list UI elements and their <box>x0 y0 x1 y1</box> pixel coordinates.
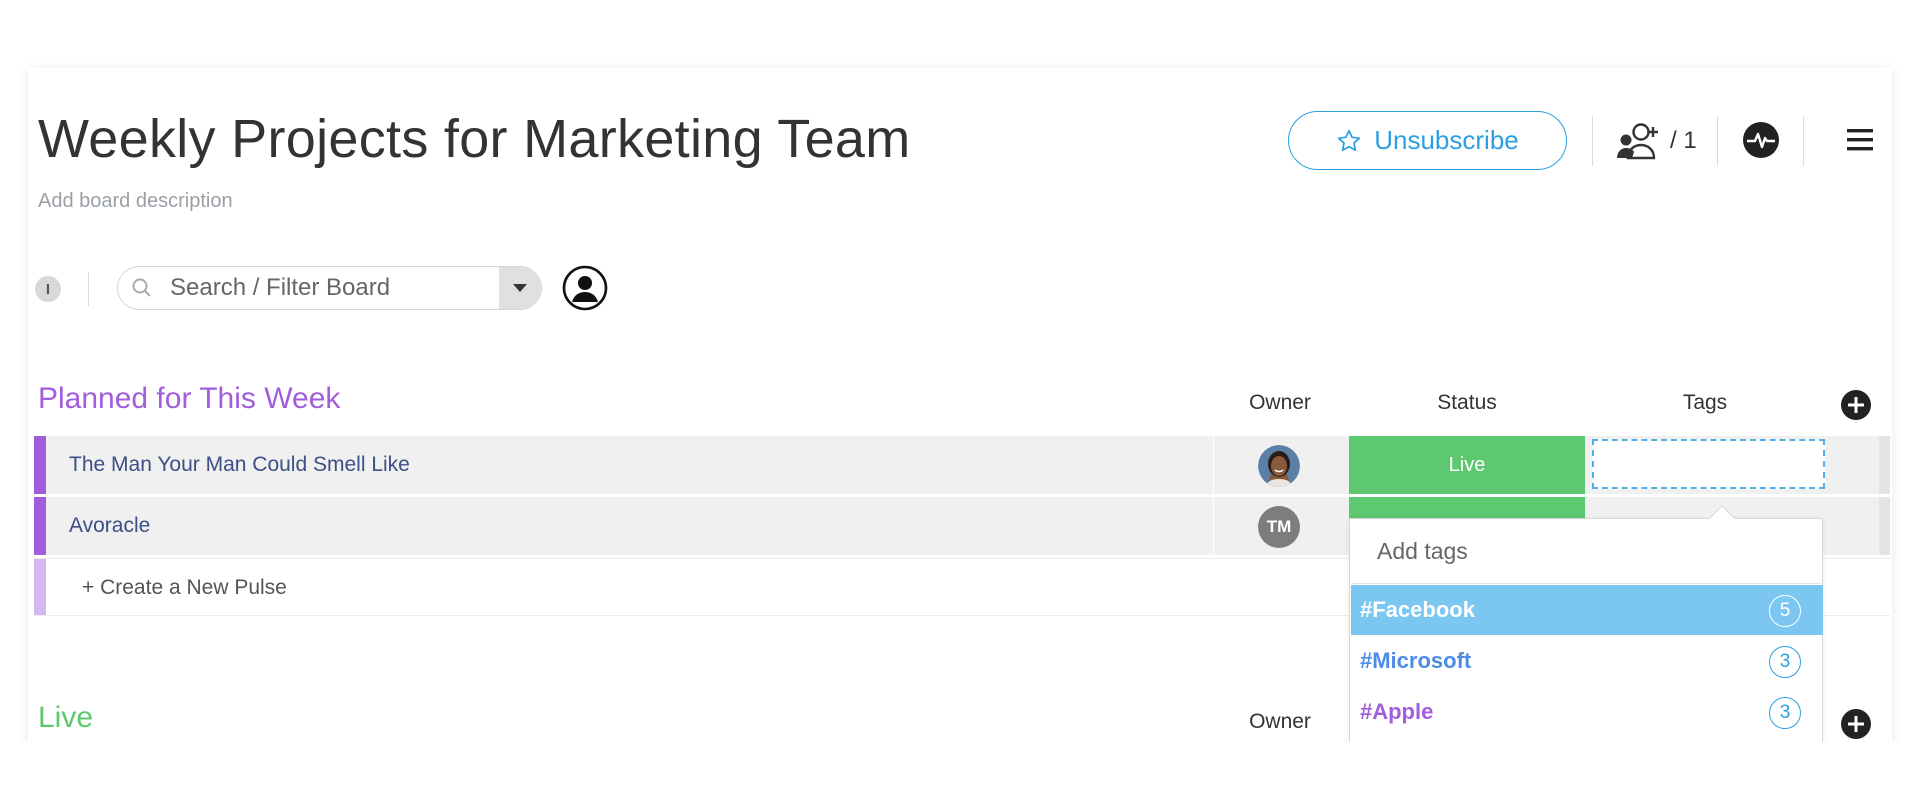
add-column-icon[interactable] <box>1840 708 1872 740</box>
members-count: / 1 <box>1670 127 1697 154</box>
search-icon <box>132 278 151 297</box>
tag-option[interactable]: #Microsoft 3 <box>1351 636 1823 686</box>
group-title-planned[interactable]: Planned for This Week <box>38 382 340 416</box>
person-filter-icon[interactable] <box>562 265 608 311</box>
activity-icon[interactable] <box>1742 121 1780 159</box>
tag-label: #Microsoft <box>1360 648 1472 673</box>
chevron-down-icon <box>513 284 527 292</box>
tag-option[interactable]: #Apple 3 <box>1351 687 1823 737</box>
tag-count: 5 <box>1769 595 1801 627</box>
owner-avatar-initials[interactable]: TM <box>1258 506 1300 548</box>
group-color-stripe <box>34 436 46 494</box>
add-member-icon <box>1617 123 1658 160</box>
tag-option[interactable]: #Facebook 5 <box>1351 585 1823 635</box>
tags-dropdown: #Facebook 5 #Microsoft 3 #Apple 3 <box>1349 505 1823 748</box>
group-title-live[interactable]: Live <box>38 701 93 735</box>
toolbar-divider <box>88 272 89 306</box>
create-pulse-label[interactable]: + Create a New Pulse <box>82 559 287 617</box>
hamburger-menu-icon[interactable] <box>1845 125 1875 155</box>
search-box <box>117 266 542 310</box>
owner-avatar[interactable] <box>1258 445 1300 487</box>
tag-count: 3 <box>1769 646 1801 678</box>
board-description[interactable]: Add board description <box>38 190 233 213</box>
add-tags-input[interactable] <box>1351 520 1821 584</box>
search-dropdown-button[interactable] <box>499 267 541 309</box>
group-color-stripe <box>34 497 46 555</box>
group-color-stripe <box>34 559 46 615</box>
members-button[interactable]: / 1 <box>1616 118 1697 164</box>
column-header-tags[interactable]: Tags <box>1590 391 1820 415</box>
tag-label: #Apple <box>1360 699 1434 724</box>
status-cell[interactable]: Live <box>1349 436 1585 494</box>
column-header-owner[interactable]: Owner <box>1214 391 1346 415</box>
pulse-name[interactable]: The Man Your Man Could Smell Like <box>69 436 410 494</box>
row-tail <box>1879 497 1890 555</box>
column-header-status[interactable]: Status <box>1349 391 1585 415</box>
table-row[interactable]: The Man Your Man Could Smell Like Live <box>34 436 1890 494</box>
pulse-name[interactable]: Avoracle <box>69 497 150 555</box>
tag-count: 3 <box>1769 697 1801 729</box>
page-bottom-margin <box>0 742 1920 812</box>
star-icon <box>1338 129 1361 151</box>
header-divider <box>1717 116 1718 166</box>
row-tail <box>1879 436 1890 494</box>
cell-divider <box>1213 497 1214 555</box>
search-input[interactable] <box>170 267 541 309</box>
tags-cell-active[interactable] <box>1592 439 1825 489</box>
filter-badge[interactable]: I <box>35 276 61 302</box>
unsubscribe-button[interactable]: Unsubscribe <box>1288 111 1567 170</box>
cell-divider <box>1213 436 1214 494</box>
unsubscribe-label: Unsubscribe <box>1374 125 1519 155</box>
tag-label: #Facebook <box>1360 597 1475 622</box>
header-divider <box>1592 116 1593 166</box>
header-divider <box>1803 116 1804 166</box>
column-header-owner[interactable]: Owner <box>1214 710 1346 734</box>
board-title[interactable]: Weekly Projects for Marketing Team <box>38 108 911 170</box>
add-column-icon[interactable] <box>1840 389 1872 421</box>
